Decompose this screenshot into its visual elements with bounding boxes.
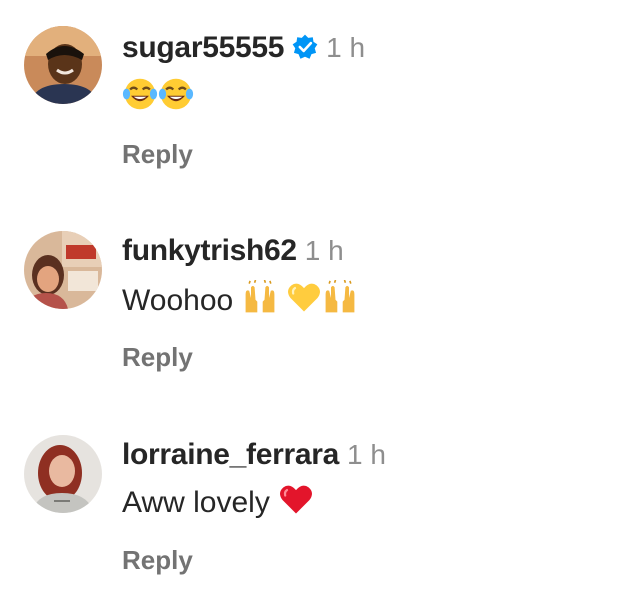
comment-text-content: Woohoo (122, 284, 234, 317)
face-with-tears-of-joy-icon (122, 78, 158, 110)
reply-button[interactable]: Reply (122, 342, 193, 373)
timestamp: 1 h (304, 235, 344, 266)
reply-button[interactable]: Reply (122, 545, 193, 576)
avatar[interactable] (24, 231, 102, 309)
verified-badge-icon (292, 34, 318, 59)
timestamp: 1 h (347, 439, 386, 470)
avatar[interactable] (24, 435, 102, 513)
comment-text: Aww lovely (122, 482, 314, 520)
username[interactable]: funkytrish62 (122, 234, 297, 267)
avatar[interactable] (24, 26, 102, 104)
raising-hands-icon (245, 280, 274, 313)
red-heart-icon (280, 485, 313, 514)
timestamp: 1 h (326, 32, 366, 63)
face-with-tears-of-joy-icon (158, 78, 194, 110)
comment-header: sugar55555 1 h (122, 31, 365, 65)
reply-button[interactable]: Reply (122, 139, 193, 170)
comment-text-content: Aww lovely (122, 486, 270, 519)
raising-hands-icon (325, 280, 355, 313)
yellow-heart-icon (287, 283, 320, 312)
comment-header: funkytrish62 1 h (122, 234, 344, 268)
comment-text: Woohoo (122, 280, 358, 318)
username[interactable]: sugar55555 (122, 31, 284, 64)
username[interactable]: lorraine_ferrara (122, 438, 339, 471)
comment-header: lorraine_ferrara 1 h (122, 438, 386, 472)
comment-text (122, 76, 194, 114)
comments-list: sugar55555 1 h Reply funkytrish62 1 h Wo… (0, 0, 634, 601)
